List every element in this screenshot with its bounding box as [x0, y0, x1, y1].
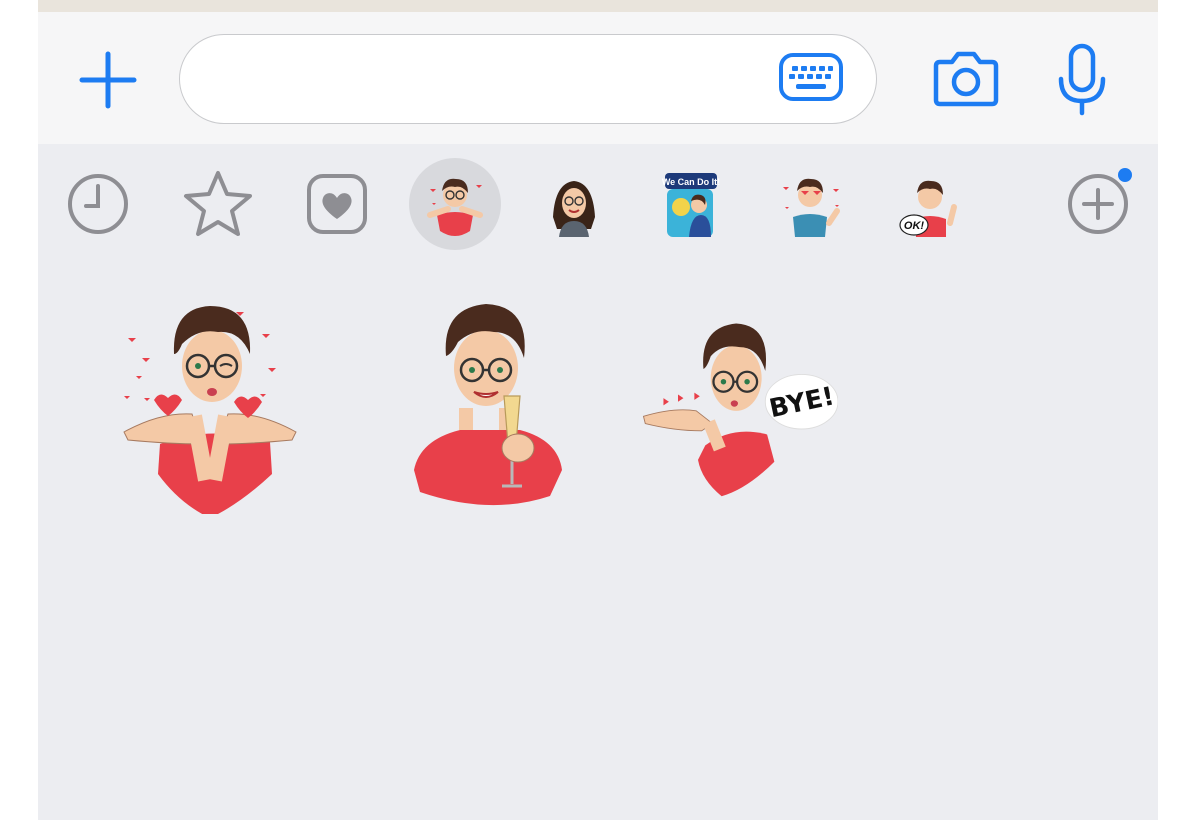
sticker-image	[414, 304, 562, 506]
tray-sticker-pack-5[interactable]: OK!	[883, 158, 975, 250]
new-badge-dot	[1118, 168, 1132, 182]
tray-sticker-pack-2[interactable]	[528, 158, 620, 250]
plus-icon	[79, 51, 137, 109]
clock-icon	[68, 174, 128, 234]
sticker-image: BYE!	[642, 323, 839, 497]
whatsapp-sticker-keyboard: We Can Do It! OK! BYE!	[38, 0, 1158, 820]
microphone-icon	[1058, 43, 1106, 116]
sticker-cheers-toast[interactable]	[390, 284, 590, 514]
message-input[interactable]	[210, 55, 770, 105]
star-icon	[184, 171, 252, 236]
pack-3-label: We Can Do It!	[662, 177, 720, 187]
sticker-thumbnail: OK!	[899, 180, 957, 237]
tray-sticker-pack-1[interactable]	[409, 158, 501, 250]
sticker-thumbnail	[553, 181, 595, 237]
camera-icon	[933, 51, 999, 107]
voice-message-button[interactable]	[1054, 42, 1110, 118]
tray-recent-stickers[interactable]	[52, 158, 144, 250]
sticker-blowing-kisses[interactable]	[110, 284, 310, 518]
sticker-image	[123, 306, 297, 518]
message-composer	[38, 12, 1158, 144]
tray-sticker-pack-4[interactable]	[764, 158, 856, 250]
tray-favorite-stickers[interactable]	[172, 158, 264, 250]
message-input-field[interactable]	[179, 34, 877, 124]
tray-sticker-pack-3[interactable]: We Can Do It!	[646, 158, 738, 250]
pack-5-label: OK!	[904, 220, 925, 232]
sticker-grid: BYE!	[38, 264, 1158, 820]
tray-emoji-stickers[interactable]	[291, 158, 383, 250]
sticker-thumbnail: We Can Do It!	[662, 173, 720, 237]
sticker-thumbnail	[783, 178, 840, 237]
plus-circle-icon	[1068, 174, 1128, 234]
sticker-thumbnail	[427, 178, 483, 236]
camera-button[interactable]	[931, 46, 1001, 110]
tray-add-sticker-pack[interactable]	[1052, 158, 1144, 250]
keyboard-toggle-button[interactable]	[778, 52, 844, 102]
chat-wallpaper-edge	[38, 0, 1158, 12]
sticker-bye-kiss[interactable]: BYE!	[638, 284, 858, 514]
heart-icon	[307, 174, 367, 234]
keyboard-icon	[779, 53, 843, 101]
sticker-category-tray: We Can Do It! OK!	[38, 144, 1158, 264]
attach-button[interactable]	[72, 44, 144, 116]
